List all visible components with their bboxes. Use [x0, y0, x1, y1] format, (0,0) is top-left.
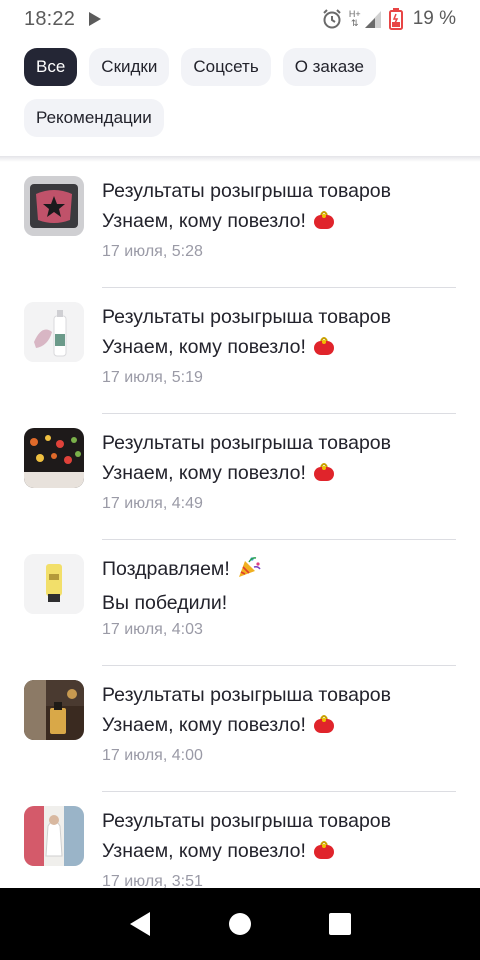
status-bar: 18:22 H+ ⇅ 19 % — [0, 0, 480, 38]
product-thumbnail — [24, 554, 84, 614]
notification-item[interactable]: Результаты розыгрыша товаров Узнаем, ком… — [0, 162, 480, 288]
system-navigation-bar — [0, 888, 480, 960]
product-thumbnail — [24, 680, 84, 740]
party-popper-icon — [236, 555, 262, 588]
recents-square-icon — [329, 913, 351, 935]
notification-title: Результаты розыгрыша товаров — [102, 180, 392, 202]
home-circle-icon — [229, 913, 251, 935]
purse-icon — [312, 335, 336, 366]
filter-chip-recommendations[interactable]: Рекомендации — [24, 99, 164, 137]
notification-title: Результаты розыгрыша товаров — [102, 684, 392, 706]
battery-percentage: 19 % — [412, 8, 456, 29]
notification-item[interactable]: Результаты розыгрыша товаров Узнаем, ком… — [0, 414, 480, 540]
notifications-list[interactable]: Результаты розыгрыша товаров Узнаем, ком… — [0, 162, 480, 888]
network-type-indicator: H+ ⇅ — [348, 9, 361, 28]
alarm-clock-icon — [323, 9, 341, 29]
notification-item[interactable]: Результаты розыгрыша товаров Узнаем, ком… — [0, 666, 480, 792]
notification-date: 17 июля, 3:51 — [102, 873, 203, 888]
notification-subtitle: Узнаем, кому повезло! — [102, 210, 306, 232]
filter-chip-discounts[interactable]: Скидки — [89, 48, 170, 86]
filter-chip-social[interactable]: Соцсеть — [181, 48, 271, 86]
purse-icon — [312, 713, 336, 744]
notification-date: 17 июля, 5:19 — [102, 369, 203, 386]
signal-strength-icon — [364, 11, 381, 28]
notification-subtitle: Узнаем, кому повезло! — [102, 462, 306, 484]
battery-low-icon — [388, 8, 403, 30]
notification-date: 17 июля, 4:00 — [102, 747, 203, 764]
notification-subtitle: Узнаем, кому повезло! — [102, 840, 306, 862]
back-triangle-icon — [130, 912, 150, 936]
notification-item[interactable]: Результаты розыгрыша товаров Узнаем, ком… — [0, 792, 480, 888]
notification-title: Результаты розыгрыша товаров — [102, 306, 392, 328]
purse-icon — [312, 461, 336, 492]
notification-item[interactable]: Результаты розыгрыша товаров Узнаем, ком… — [0, 288, 480, 414]
notification-title: Результаты розыгрыша товаров — [102, 432, 392, 454]
notification-subtitle: Узнаем, кому повезло! — [102, 714, 306, 736]
notification-date: 17 июля, 4:03 — [102, 621, 203, 638]
notification-filters: Все Скидки Соцсеть О заказе Рекомендации — [24, 48, 464, 137]
notification-title: Поздравляем! — [102, 558, 230, 580]
product-thumbnail — [24, 806, 84, 866]
product-thumbnail — [24, 302, 84, 362]
notification-subtitle: Вы победили! — [102, 592, 228, 614]
notification-subtitle: Узнаем, кому повезло! — [102, 336, 306, 358]
notification-date: 17 июля, 4:49 — [102, 495, 203, 512]
notification-date: 17 июля, 5:28 — [102, 243, 203, 260]
purse-icon — [312, 839, 336, 870]
status-time: 18:22 — [24, 7, 76, 30]
purse-icon — [312, 209, 336, 240]
media-play-icon — [89, 12, 102, 26]
back-button[interactable] — [120, 904, 160, 944]
filter-chip-order[interactable]: О заказе — [282, 48, 377, 86]
home-button[interactable] — [220, 904, 260, 944]
product-thumbnail — [24, 428, 84, 488]
notification-title: Результаты розыгрыша товаров — [102, 810, 392, 832]
product-thumbnail — [24, 176, 84, 236]
notification-item[interactable]: Поздравляем! Вы победили! 17 июля, 4:03 — [0, 540, 480, 666]
recents-button[interactable] — [320, 904, 360, 944]
filter-chip-all[interactable]: Все — [24, 48, 78, 86]
status-indicators: H+ ⇅ 19 % — [321, 8, 456, 30]
